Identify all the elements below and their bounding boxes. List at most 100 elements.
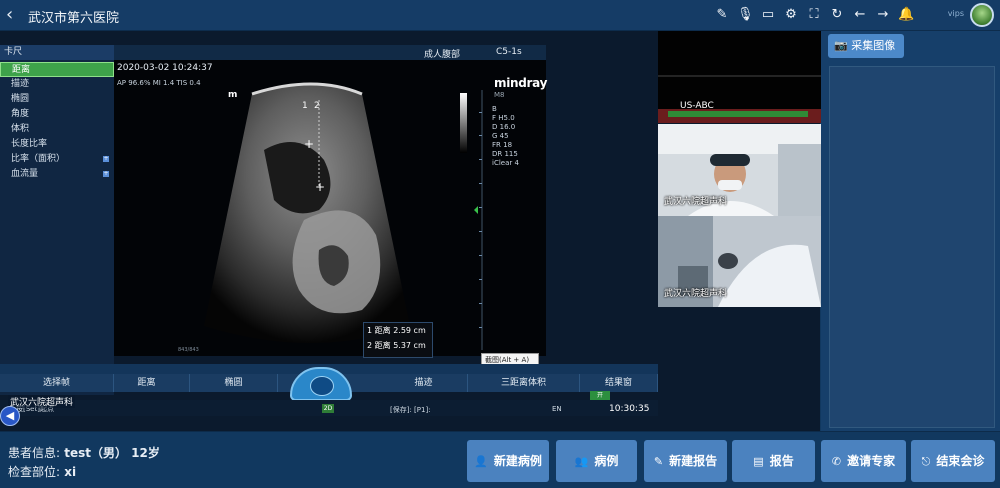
patient-info-label: 患者信息: xyxy=(8,446,61,460)
submenu-plus-icon[interactable]: + xyxy=(103,171,109,177)
new-case-button[interactable]: 👤 新建病例 xyxy=(467,440,549,482)
camera-icon: 📷 xyxy=(834,39,848,52)
cases-button[interactable]: 👥 病例 xyxy=(556,440,637,482)
imaging-param: G 45 xyxy=(492,132,509,140)
back-arrow-icon[interactable]: ‹ xyxy=(6,5,22,25)
image-header-strip xyxy=(114,45,546,60)
imaging-param: FR 18 xyxy=(492,141,513,149)
pen-icon[interactable]: ✎ xyxy=(714,6,730,24)
arrow-right-icon[interactable]: → xyxy=(875,6,891,24)
model-label: M8 xyxy=(494,91,505,99)
caliper-menu-item[interactable]: 长度比率 xyxy=(0,137,114,152)
caliper-label-1: 1 xyxy=(302,101,308,111)
caliper-menu-list: 距离描迹椭圆角度体积长度比率比率（面积） + 血流量 + xyxy=(0,62,114,182)
phone-icon: ✆ xyxy=(831,455,842,468)
caliper-menu-item-label: 距离 xyxy=(12,65,31,75)
cases-button-label: 病例 xyxy=(594,454,619,468)
exam-site-value: xi xyxy=(64,465,77,479)
app-title: 武汉市第六医院 xyxy=(28,11,120,26)
operator-video-pane[interactable]: 武汉六院超声科 xyxy=(658,216,821,307)
caliper-menu-item-label: 长度比率 xyxy=(11,139,48,149)
measure-tab[interactable]: 结果窗 xyxy=(580,374,658,392)
exam-site-label: 检查部位: xyxy=(8,465,61,479)
measure-tab[interactable]: 椭圆 xyxy=(190,374,278,392)
caliper-menu-item[interactable]: 角度 xyxy=(0,107,114,122)
edit-icon: ✎ xyxy=(653,455,664,468)
caliper-menu-item-label: 体积 xyxy=(11,124,30,134)
end-meeting-button-label: 结束会诊 xyxy=(936,454,985,468)
gear-icon[interactable]: ⚙ xyxy=(783,6,799,24)
capture-image-label: 采集图像 xyxy=(851,39,896,52)
caliper-menu-item-label: 椭圆 xyxy=(11,94,30,104)
invite-expert-button-label: 邀请专家 xyxy=(847,454,896,468)
gray-scale-bar xyxy=(460,93,467,153)
avatar[interactable] xyxy=(970,3,994,27)
exit-icon: ⎋ xyxy=(921,455,931,468)
result-switch[interactable]: 开 xyxy=(590,391,610,400)
caliper-menu-item[interactable]: 血流量 + xyxy=(0,167,114,182)
imaging-param: D 16.0 xyxy=(492,123,516,131)
new-report-button[interactable]: ✎ 新建报告 xyxy=(644,440,727,482)
scan-datetime: 2020-03-02 10:24:37 xyxy=(117,63,213,73)
user-plus-icon: 👤 xyxy=(474,455,488,468)
caliper-label-2: 2 xyxy=(314,101,320,111)
new-case-button-label: 新建病例 xyxy=(493,454,542,468)
measurement-label: 2 距离 xyxy=(367,341,394,350)
caliper-menu-item[interactable]: 距离 xyxy=(0,62,114,77)
invite-expert-button[interactable]: ✆ 邀请专家 xyxy=(821,440,906,482)
speaker-icon[interactable]: ◀ xyxy=(0,406,20,426)
caliper-menu: 卡尺 距离 描迹 椭圆 角度 体积 长度比率 比率（面积） + 血流量 + xyxy=(0,45,114,395)
end-meeting-button[interactable]: ⎋ 结束会诊 xyxy=(911,440,995,482)
focus-marker xyxy=(474,206,478,214)
doctor-video-pane[interactable]: 武汉六院超声科 xyxy=(658,124,821,216)
measurement-results: 1 距离 2.59 cm 2 距离 5.37 cm xyxy=(363,322,433,358)
caliper-menu-item[interactable]: 描迹 xyxy=(0,77,114,92)
measurement-value: 2.59 cm xyxy=(393,326,426,335)
submenu-plus-icon[interactable]: + xyxy=(103,156,109,162)
caliper-menu-item[interactable]: 比率（面积） + xyxy=(0,152,114,167)
depth-ticks xyxy=(479,112,482,328)
measurement-value: 5.37 cm xyxy=(393,341,426,350)
users-icon: 👥 xyxy=(574,455,589,468)
mode-badge: 2D xyxy=(322,404,334,413)
caliper-cross: + xyxy=(315,180,325,194)
caliper-menu-item-label: 描迹 xyxy=(11,79,30,89)
fullscreen-icon[interactable]: ⛶ xyxy=(806,6,822,24)
language-indicator: EN xyxy=(552,405,562,413)
top-bar: ‹ 武汉市第六医院 ✎ 🎙 ▭ ⚙ ⛶ ↻ ← → 🔔 vips xyxy=(0,0,1000,31)
user-label: vips xyxy=(947,9,964,18)
new-report-button-label: 新建报告 xyxy=(669,454,718,468)
arrow-left-icon[interactable]: ← xyxy=(852,6,868,24)
patient-info-value: test（男） 12岁 xyxy=(64,446,160,460)
measure-tab[interactable]: 距离 xyxy=(104,374,190,392)
caliper-menu-item-label: 血流量 xyxy=(11,169,39,179)
device-clock: 10:30:35 xyxy=(609,404,650,414)
measurement-label: 1 距离 xyxy=(367,326,394,335)
m-marker: m xyxy=(228,90,238,100)
measurement-row: 1 距离 2.59 cm xyxy=(364,323,432,338)
caliper-menu-item-label: 比率（面积） xyxy=(11,154,66,164)
capture-image-button[interactable]: 📷 采集图像 xyxy=(828,34,904,58)
patient-info: 患者信息: test（男） 12岁 xyxy=(8,444,160,461)
captured-images-area xyxy=(829,66,995,428)
caliper-menu-item-label: 角度 xyxy=(11,109,30,119)
caliper-menu-item[interactable]: 体积 xyxy=(0,122,114,137)
bell-icon[interactable]: 🔔 xyxy=(898,6,914,24)
caliper-menu-item[interactable]: 椭圆 xyxy=(0,92,114,107)
monitor-icon[interactable]: ▭ xyxy=(760,6,776,24)
acoustic-params: AP 96.6% MI 1.4 TIS 0.4 xyxy=(117,79,201,87)
refresh-icon[interactable]: ↻ xyxy=(829,6,845,24)
probe-name: C5-1s xyxy=(496,47,522,57)
toolbar-icons: ✎ 🎙 ▭ ⚙ ⛶ ↻ ← → 🔔 xyxy=(714,6,915,24)
measure-tab[interactable]: 选择帧 xyxy=(0,374,114,392)
ultrasound-video-label: US-ABC xyxy=(680,101,714,111)
imaging-param: iClear 4 xyxy=(492,159,519,167)
microphone-icon[interactable]: 🎙 xyxy=(737,6,754,24)
imaging-param: F H5.0 xyxy=(492,114,515,122)
imaging-param: B xyxy=(492,105,497,113)
measure-tab[interactable]: 三距离体积 xyxy=(468,374,580,392)
report-button[interactable]: ▤ 报告 xyxy=(732,440,815,482)
measure-tab[interactable]: 描迹 xyxy=(380,374,468,392)
frame-counter: 843/843 xyxy=(178,347,199,353)
department-overlay: 武汉六院超声科 xyxy=(8,395,76,408)
